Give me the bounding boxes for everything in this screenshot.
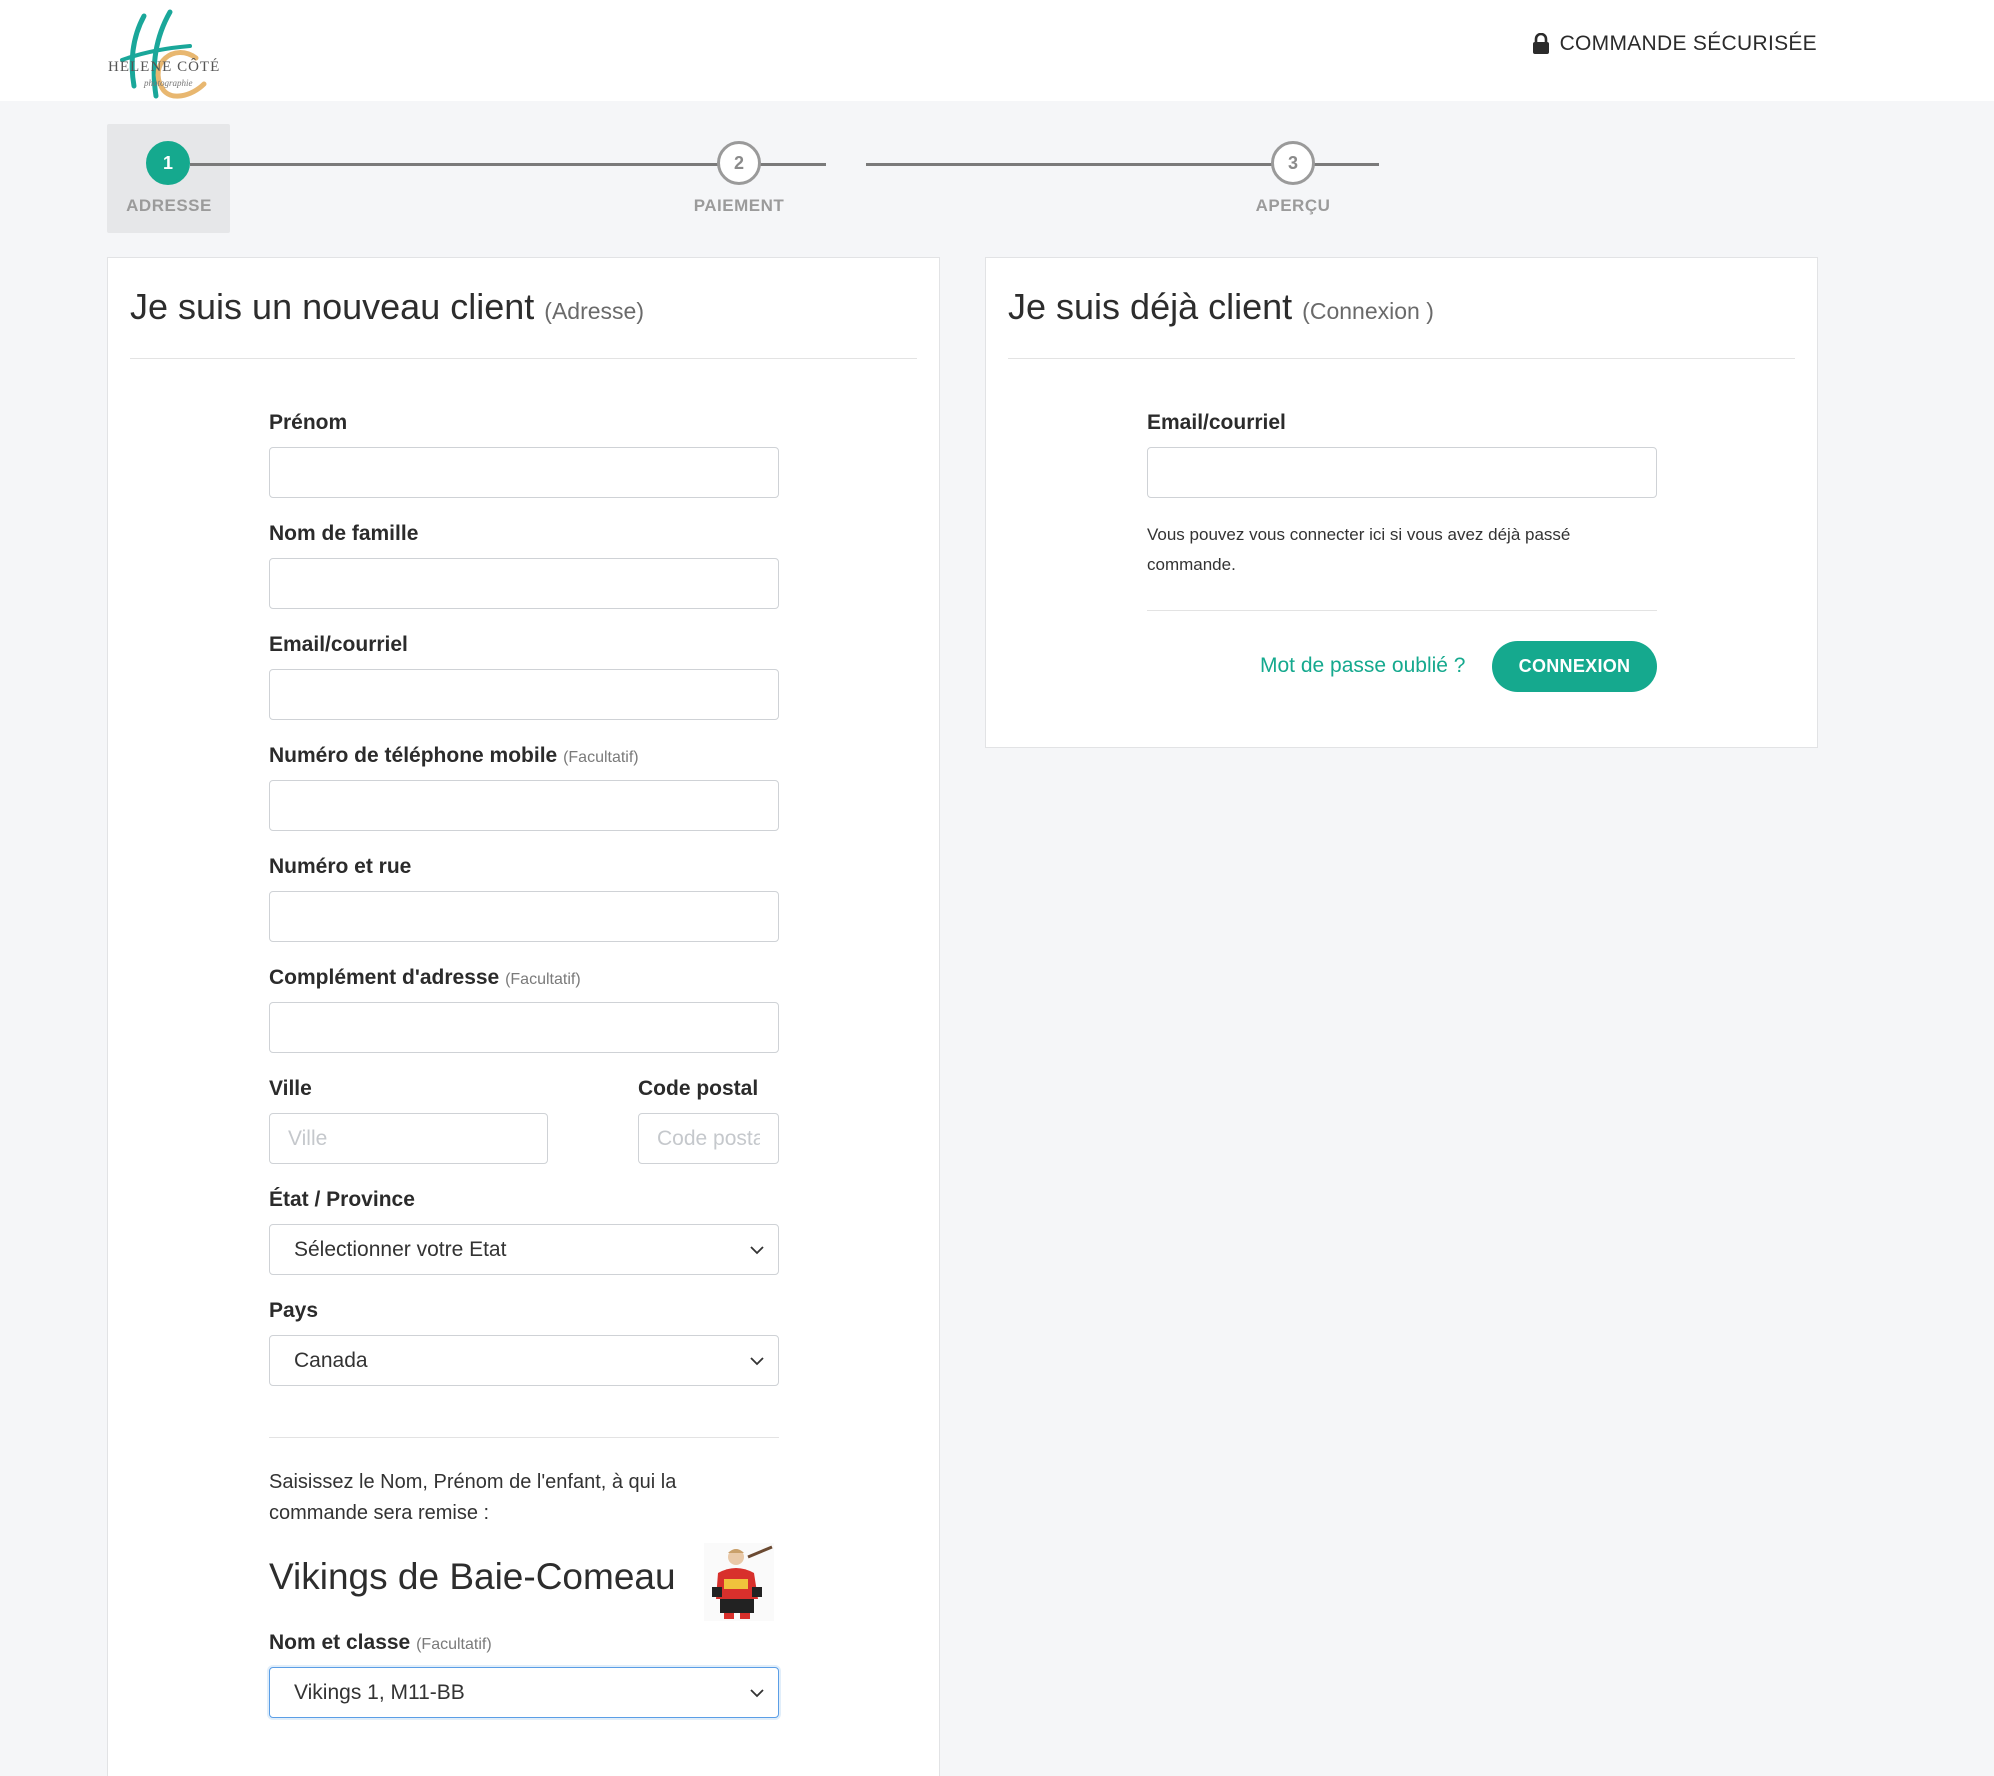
phone-optional-hint: (Facultatif)	[563, 749, 639, 766]
first-name-label: Prénom	[269, 411, 348, 434]
secure-order-label: COMMANDE SÉCURISÉE	[1559, 32, 1817, 55]
first-name-input[interactable]	[269, 447, 779, 498]
logo-wordmark: HELENE CÔTÉ	[108, 58, 220, 75]
postal-code-input[interactable]	[638, 1113, 779, 1164]
class-optional-hint: (Facultatif)	[416, 1636, 492, 1653]
class-select-value: Vikings 1, M11-BB	[294, 1680, 465, 1704]
top-bar: HELENE CÔTÉ photographie COMMANDE SÉCURI…	[0, 0, 1994, 101]
forgot-password-link[interactable]: Mot de passe oublié ?	[1260, 654, 1465, 678]
city-label: Ville	[269, 1077, 312, 1100]
existing-client-divider	[1008, 358, 1795, 359]
address2-input[interactable]	[269, 1002, 779, 1053]
existing-client-title-sub: (Connexion )	[1302, 298, 1434, 324]
address2-label-text: Complément d'adresse	[269, 966, 500, 989]
country-select[interactable]: Canada	[269, 1335, 779, 1386]
class-label: Nom et classe (Facultatif)	[269, 1631, 492, 1655]
new-client-title-text: Je suis un nouveau client	[130, 286, 535, 327]
class-label-text: Nom et classe	[269, 1631, 411, 1654]
chevron-down-icon	[750, 1689, 764, 1698]
login-email-label: Email/courriel	[1147, 411, 1286, 434]
state-label: État / Province	[269, 1188, 415, 1211]
team-name: Vikings de Baie-Comeau	[269, 1556, 676, 1597]
address2-optional-hint: (Facultatif)	[505, 971, 581, 988]
street-input[interactable]	[269, 891, 779, 942]
chevron-down-icon	[750, 1357, 764, 1366]
logo-subtitle: photographie	[143, 78, 193, 88]
state-select-value: Sélectionner votre Etat	[294, 1237, 507, 1261]
brand-logo[interactable]: HELENE CÔTÉ photographie	[104, 8, 232, 108]
login-button[interactable]: CONNEXION	[1492, 641, 1657, 692]
existing-client-title-text: Je suis déjà client	[1008, 286, 1293, 327]
step-2-circle[interactable]: 2	[717, 141, 761, 185]
step-2-number: 2	[733, 152, 744, 173]
chevron-down-icon	[750, 1246, 764, 1255]
lock-icon	[1532, 32, 1550, 55]
login-help-text: Vous pouvez vous connecter ici si vous a…	[1147, 525, 1571, 574]
step-3-label: APERÇU	[1255, 196, 1331, 215]
phone-label-text: Numéro de téléphone mobile	[269, 744, 558, 767]
login-email-input[interactable]	[1147, 447, 1657, 498]
new-client-title-sub: (Adresse)	[544, 298, 644, 324]
last-name-label: Nom de famille	[269, 522, 419, 545]
phone-input[interactable]	[269, 780, 779, 831]
step-1-number: 1	[162, 152, 173, 173]
phone-label: Numéro de téléphone mobile (Facultatif)	[269, 744, 639, 768]
child-section-divider	[269, 1437, 779, 1438]
new-client-panel: Je suis un nouveau client (Adresse) Prén…	[107, 257, 940, 1776]
step-1-circle[interactable]: 1	[146, 141, 190, 185]
checkout-stepper: 1 ADRESSE 2 PAIEMENT 3 APERÇU	[107, 124, 1379, 233]
last-name-input[interactable]	[269, 558, 779, 609]
secure-order-indicator: COMMANDE SÉCURISÉE	[1532, 32, 1817, 56]
step-3-circle[interactable]: 3	[1271, 141, 1315, 185]
existing-client-panel: Je suis déjà client (Connexion ) Email/c…	[985, 257, 1818, 748]
step-1-label: ADRESSE	[126, 196, 212, 215]
step-2-label: PAIEMENT	[693, 196, 785, 215]
state-select[interactable]: Sélectionner votre Etat	[269, 1224, 779, 1275]
city-input[interactable]	[269, 1113, 548, 1164]
new-client-divider	[130, 358, 917, 359]
email-input[interactable]	[269, 669, 779, 720]
street-label: Numéro et rue	[269, 855, 412, 878]
child-prompt-text: Saisissez le Nom, Prénom de l'enfant, à …	[269, 1471, 677, 1524]
step-3-number: 3	[1287, 152, 1298, 173]
country-label: Pays	[269, 1299, 319, 1322]
address2-label: Complément d'adresse (Facultatif)	[269, 966, 581, 990]
existing-client-title: Je suis déjà client (Connexion )	[1008, 286, 1434, 328]
new-client-title: Je suis un nouveau client (Adresse)	[130, 286, 644, 328]
country-select-value: Canada	[294, 1348, 368, 1372]
postal-code-label: Code postal	[638, 1077, 759, 1100]
login-divider	[1147, 610, 1657, 611]
email-label: Email/courriel	[269, 633, 408, 656]
class-select[interactable]: Vikings 1, M11-BB	[269, 1667, 779, 1718]
team-player-image	[704, 1543, 774, 1621]
